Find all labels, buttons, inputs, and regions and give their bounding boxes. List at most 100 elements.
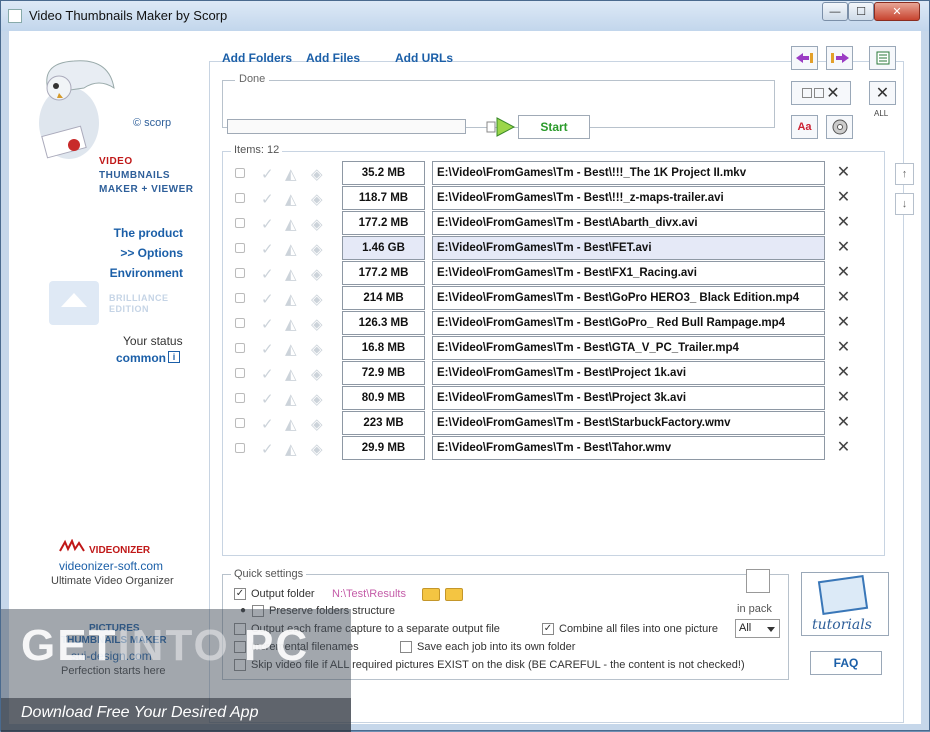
- remove-item-icon[interactable]: ✕: [835, 164, 852, 181]
- checkbox-checked[interactable]: ✓: [542, 623, 554, 635]
- tutorials-button[interactable]: tutorials: [801, 572, 889, 636]
- table-row[interactable]: ✓ ◭ ◈ 16.8 MB E:\Video\FromGames\Tm - Best\G…: [233, 336, 863, 360]
- move-down-button[interactable]: ↓: [895, 193, 914, 215]
- file-path[interactable]: E:\Video\FromGames\Tm - Best\!!!_The 1K …: [432, 161, 825, 185]
- file-path[interactable]: E:\Video\FromGames\Tm - Best\Project 3k.…: [432, 386, 825, 410]
- table-row[interactable]: ✓ ◭ ◈ 35.2 MB E:\Video\FromGames\Tm - Best\!…: [233, 161, 863, 185]
- minimize-button[interactable]: —: [822, 2, 848, 21]
- file-path[interactable]: E:\Video\FromGames\Tm - Best\GoPro HERO3…: [432, 286, 825, 310]
- thumbnail-icon: ◈: [311, 416, 323, 433]
- combine-label: Combine all files into one picture: [559, 623, 718, 635]
- file-path[interactable]: E:\Video\FromGames\Tm - Best\GoPro_ Red …: [432, 311, 825, 335]
- table-row[interactable]: ✓ ◭ ◈ 80.9 MB E:\Video\FromGames\Tm - Best\P…: [233, 386, 863, 410]
- remove-item-icon[interactable]: ✕: [835, 264, 852, 281]
- table-row[interactable]: ✓ ◭ ◈ 126.3 MB E:\Video\FromGames\Tm - Best\…: [233, 311, 863, 335]
- remove-item-icon[interactable]: ✕: [835, 189, 852, 206]
- row-checkbox[interactable]: [235, 418, 245, 428]
- remove-item-icon[interactable]: ✕: [835, 239, 852, 256]
- folder-icon[interactable]: [422, 588, 440, 601]
- row-checkbox[interactable]: [235, 343, 245, 353]
- in-pack-label: in pack: [737, 603, 772, 615]
- checkbox-checked[interactable]: ✓: [234, 588, 246, 600]
- app-icon: [8, 9, 22, 23]
- status-label-done: Done: [235, 73, 270, 85]
- quick-settings-label: Quick settings: [231, 568, 307, 580]
- output-folder-checkbox[interactable]: ✓ Output folder: [234, 588, 315, 600]
- remove-item-icon[interactable]: ✕: [835, 414, 852, 431]
- app-name-label: VIDEO THUMBNAILS MAKER + VIEWER: [99, 155, 194, 197]
- file-path[interactable]: E:\Video\FromGames\Tm - Best\StarbuckFac…: [432, 411, 825, 435]
- check-mark-icon: ✓: [261, 191, 274, 208]
- combine-checkbox[interactable]: ✓ Combine all files into one picture: [542, 623, 718, 635]
- output-folder-label: Output folder: [251, 588, 315, 600]
- row-checkbox[interactable]: [235, 268, 245, 278]
- row-checkbox[interactable]: [235, 293, 245, 303]
- settings-disc-button[interactable]: [826, 115, 853, 139]
- videonizer-site-link[interactable]: videonizer-soft.com: [59, 559, 163, 573]
- table-row[interactable]: ✓ ◭ ◈ 177.2 MB E:\Video\FromGames\Tm - Best\…: [233, 261, 863, 285]
- row-checkbox[interactable]: [235, 443, 245, 453]
- own-folder-label: Save each job into its own folder: [417, 641, 576, 653]
- film-strip-icon: ◭: [285, 341, 297, 358]
- file-path[interactable]: E:\Video\FromGames\Tm - Best\GTA_V_PC_Tr…: [432, 336, 825, 360]
- maximize-button[interactable]: ☐: [848, 2, 874, 21]
- export-list-button[interactable]: [826, 46, 853, 70]
- output-path[interactable]: N:\Test\Results: [332, 588, 406, 600]
- status-value[interactable]: common: [116, 351, 166, 365]
- table-row[interactable]: ✓ ◭ ◈ 1.46 GB E:\Video\FromGames\Tm - Best\F…: [233, 236, 863, 260]
- table-row[interactable]: ✓ ◭ ◈ 29.9 MB E:\Video\FromGames\Tm - Best\T…: [233, 436, 863, 460]
- remove-item-icon[interactable]: ✕: [835, 289, 852, 306]
- file-path[interactable]: E:\Video\FromGames\Tm - Best\FET.avi: [432, 236, 825, 260]
- film-strip-icon: ◭: [285, 441, 297, 458]
- file-path[interactable]: E:\Video\FromGames\Tm - Best\!!!_z-maps-…: [432, 186, 825, 210]
- import-list-button[interactable]: [791, 46, 818, 70]
- remove-item-icon[interactable]: ✕: [835, 339, 852, 356]
- checkbox-box[interactable]: [400, 641, 412, 653]
- progress-bar: [227, 119, 466, 134]
- table-row[interactable]: ✓ ◭ ◈ 72.9 MB E:\Video\FromGames\Tm - Best\P…: [233, 361, 863, 385]
- font-icon[interactable]: Aa: [791, 115, 818, 139]
- table-row[interactable]: ✓ ◭ ◈ 118.7 MB E:\Video\FromGames\Tm - Best\…: [233, 186, 863, 210]
- add-urls-link[interactable]: Add URLs: [395, 51, 453, 65]
- start-button[interactable]: Start: [518, 115, 590, 139]
- row-checkbox[interactable]: [235, 218, 245, 228]
- own-folder-checkbox[interactable]: Save each job into its own folder: [400, 641, 575, 653]
- status-label: Your status: [123, 334, 183, 348]
- remove-item-icon[interactable]: ✕: [835, 214, 852, 231]
- remove-item-icon[interactable]: ✕: [835, 439, 852, 456]
- close-button[interactable]: ✕: [874, 2, 920, 21]
- nav-options[interactable]: >> Options: [120, 246, 183, 260]
- list-view-button[interactable]: [869, 46, 896, 70]
- quick-settings-expand-button[interactable]: [746, 569, 770, 593]
- in-pack-select[interactable]: All: [735, 619, 780, 638]
- table-row[interactable]: ✓ ◭ ◈ 223 MB E:\Video\FromGames\Tm - Best\St…: [233, 411, 863, 435]
- row-checkbox[interactable]: [235, 168, 245, 178]
- browse-folder-icon[interactable]: [445, 588, 463, 601]
- add-files-link[interactable]: Add Files: [306, 51, 360, 65]
- row-checkbox[interactable]: [235, 318, 245, 328]
- info-icon[interactable]: i: [168, 351, 180, 363]
- row-checkbox[interactable]: [235, 368, 245, 378]
- add-folders-link[interactable]: Add Folders: [222, 51, 292, 65]
- file-path[interactable]: E:\Video\FromGames\Tm - Best\FX1_Racing.…: [432, 261, 825, 285]
- nav-the-product[interactable]: The product: [114, 226, 183, 240]
- remove-item-icon[interactable]: ✕: [835, 314, 852, 331]
- row-checkbox[interactable]: [235, 193, 245, 203]
- row-checkbox[interactable]: [235, 243, 245, 253]
- table-row[interactable]: ✓ ◭ ◈ 177.2 MB E:\Video\FromGames\Tm - Best\…: [233, 211, 863, 235]
- remove-all-button[interactable]: ✕: [869, 81, 896, 105]
- faq-button[interactable]: FAQ: [810, 651, 882, 675]
- nav-environment[interactable]: Environment: [110, 266, 183, 280]
- remove-item-icon[interactable]: ✕: [835, 364, 852, 381]
- file-size: 29.9 MB: [342, 436, 425, 460]
- row-checkbox[interactable]: [235, 393, 245, 403]
- file-path[interactable]: E:\Video\FromGames\Tm - Best\Abarth_divx…: [432, 211, 825, 235]
- clear-checked-button[interactable]: ✕: [791, 81, 851, 105]
- table-row[interactable]: ✓ ◭ ◈ 214 MB E:\Video\FromGames\Tm - Best\Go…: [233, 286, 863, 310]
- file-path[interactable]: E:\Video\FromGames\Tm - Best\Tahor.wmv: [432, 436, 825, 460]
- file-path[interactable]: E:\Video\FromGames\Tm - Best\Project 1k.…: [432, 361, 825, 385]
- remove-item-icon[interactable]: ✕: [835, 389, 852, 406]
- videonizer-name[interactable]: VIDEONIZER: [89, 545, 150, 556]
- move-up-button[interactable]: ↑: [895, 163, 914, 185]
- brilliance-edition-label: BRILLIANCE EDITION: [109, 293, 169, 315]
